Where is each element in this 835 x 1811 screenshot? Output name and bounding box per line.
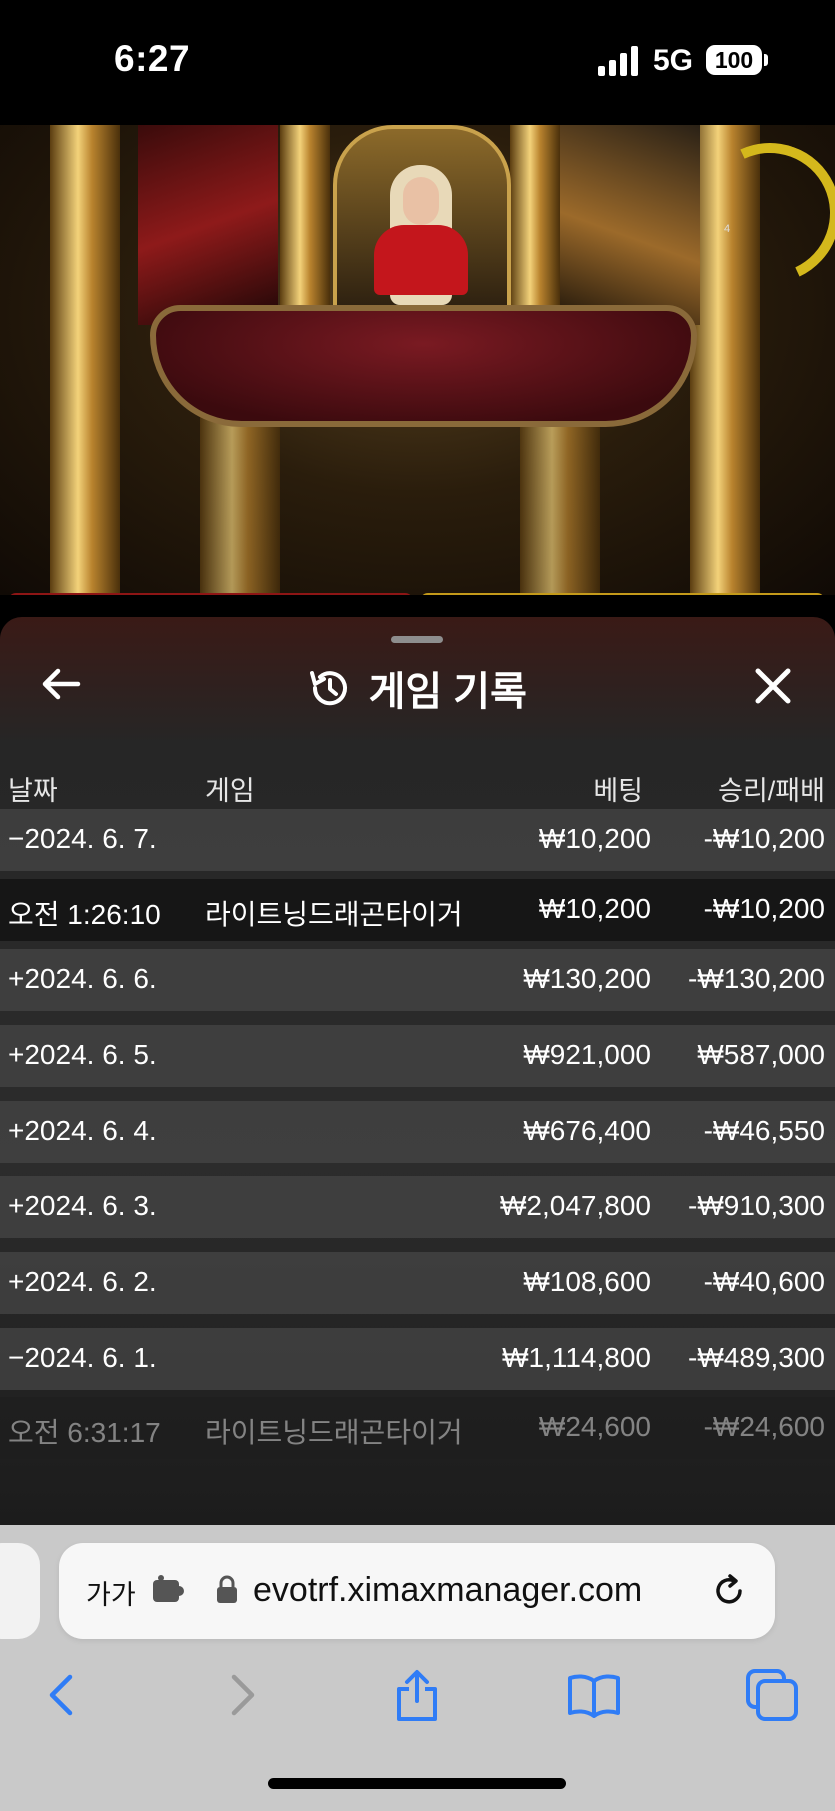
previous-tab-peek[interactable]	[0, 1543, 40, 1639]
pillar	[50, 125, 120, 595]
game-table	[150, 305, 697, 427]
status-time: 6:27	[114, 38, 191, 79]
dealer-body	[374, 225, 468, 295]
table-row[interactable]: +2024. 6. 5. ₩921,000 ₩587,000	[0, 1025, 835, 1087]
row-date: +2024. 6. 5.	[8, 1039, 157, 1070]
tiger-bet-area[interactable]	[420, 593, 825, 595]
row-bet: ₩1,114,800	[502, 1342, 651, 1373]
row-bet: ₩24,600	[538, 1411, 651, 1442]
row-date: +2024. 6. 3.	[8, 1190, 157, 1221]
row-date: +2024. 6. 2.	[8, 1266, 157, 1297]
reload-icon[interactable]	[709, 1571, 749, 1611]
page-settings-button[interactable]: 가가	[86, 1573, 136, 1612]
url-text[interactable]: evotrf.ximaxmanager.com	[253, 1571, 642, 1610]
game-history-sheet: 게임 기록 날짜 게임 베팅 승리/패배 −2024. 6. 7. ₩10,20…	[0, 617, 835, 1525]
row-date: +2024. 6. 4.	[8, 1115, 157, 1146]
chevron-right-icon[interactable]	[214, 1667, 270, 1723]
row-date: −2024. 6. 1.	[8, 1342, 157, 1373]
share-icon[interactable]	[389, 1667, 445, 1723]
row-winloss: -₩910,300	[688, 1190, 825, 1221]
row-bet: ₩10,200	[538, 893, 651, 924]
row-game: 라이트닝드래곤타이거	[205, 899, 463, 930]
battery-tip	[764, 54, 768, 66]
battery-icon: 100	[706, 45, 762, 75]
row-winloss: -₩24,600	[703, 1411, 825, 1442]
network-type: 5G	[653, 44, 694, 77]
row-date: 오전 6:31:17	[8, 1417, 161, 1448]
close-icon[interactable]	[748, 661, 798, 711]
sheet-grabber[interactable]	[391, 636, 443, 643]
tiger-panel	[560, 125, 700, 325]
tabs-icon[interactable]	[744, 1667, 800, 1723]
row-winloss: -₩10,200	[703, 893, 825, 924]
dragon-bet-area[interactable]	[8, 593, 413, 595]
sheet-header: 게임 기록	[0, 659, 835, 717]
column-bet: 베팅	[593, 776, 643, 806]
home-indicator[interactable]	[268, 1778, 566, 1789]
dealer-face	[403, 177, 439, 225]
row-winloss: ₩587,000	[697, 1039, 825, 1070]
row-winloss: -₩10,200	[703, 823, 825, 854]
table-row[interactable]: −2024. 6. 1. ₩1,114,800 -₩489,300	[0, 1328, 835, 1390]
table-header: 날짜 게임 베팅 승리/패배	[0, 749, 835, 809]
row-winloss: -₩130,200	[688, 963, 825, 994]
row-winloss: -₩40,600	[703, 1266, 825, 1297]
address-bar[interactable]: 가가 evotrf.ximaxmanager.com	[59, 1543, 775, 1639]
table-row[interactable]: +2024. 6. 4. ₩676,400 -₩46,550	[0, 1101, 835, 1163]
table-row[interactable]: +2024. 6. 2. ₩108,600 -₩40,600	[0, 1252, 835, 1314]
row-date: +2024. 6. 6.	[8, 963, 157, 994]
row-bet: ₩10,200	[538, 823, 651, 854]
lock-icon	[217, 1575, 237, 1603]
table-row[interactable]: 오전 6:31:17 라이트닝드래곤타이거 ₩24,600 -₩24,600	[0, 1397, 835, 1459]
table-row[interactable]: +2024. 6. 3. ₩2,047,800 -₩910,300	[0, 1176, 835, 1238]
column-winloss: 승리/패배	[718, 776, 825, 806]
row-bet: ₩130,200	[523, 963, 651, 994]
row-winloss: -₩489,300	[688, 1342, 825, 1373]
chevron-left-icon[interactable]	[34, 1667, 90, 1723]
signal-icon	[598, 46, 638, 76]
table-row[interactable]: +2024. 6. 6. ₩130,200 -₩130,200	[0, 949, 835, 1011]
timer-value: 4	[724, 223, 731, 235]
history-icon	[310, 671, 348, 706]
row-date: 오전 1:26:10	[8, 899, 161, 930]
column-game: 게임	[205, 776, 255, 806]
row-game: 라이트닝드래곤타이거	[205, 1417, 463, 1448]
table-row[interactable]: −2024. 6. 7. ₩10,200 -₩10,200	[0, 809, 835, 871]
row-bet: ₩676,400	[523, 1115, 651, 1146]
browser-toolbar: 가가 evotrf.ximaxmanager.com	[0, 1525, 835, 1811]
status-bar: 6:27 5G 100	[0, 0, 835, 125]
sheet-title: 게임 기록	[368, 670, 527, 714]
dragon-panel	[138, 125, 278, 325]
row-date: −2024. 6. 7.	[8, 823, 157, 854]
row-bet: ₩921,000	[523, 1039, 651, 1070]
extension-icon[interactable]	[151, 1574, 185, 1606]
live-video[interactable]: 4	[0, 125, 835, 595]
column-date: 날짜	[8, 776, 58, 806]
row-bet: ₩108,600	[523, 1266, 651, 1297]
table-row[interactable]: 오전 1:26:10 라이트닝드래곤타이거 ₩10,200 -₩10,200	[0, 879, 835, 941]
row-winloss: -₩46,550	[703, 1115, 825, 1146]
row-bet: ₩2,047,800	[500, 1190, 651, 1221]
book-icon[interactable]	[566, 1667, 622, 1723]
